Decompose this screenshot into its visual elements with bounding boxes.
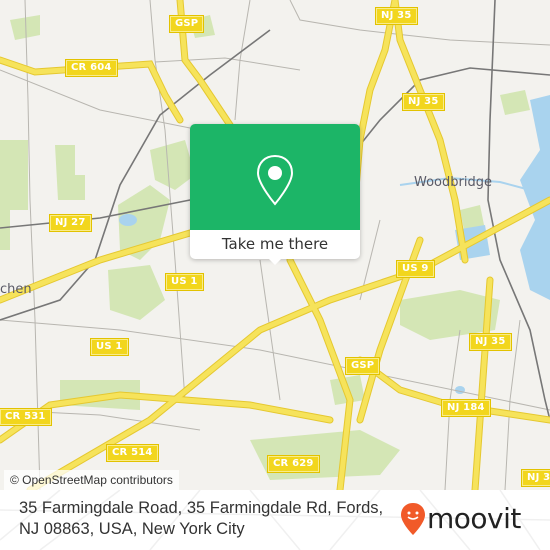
water-body — [520, 95, 550, 300]
road-shield-gsp: GSP — [346, 358, 380, 374]
moovit-logo[interactable]: moovit — [400, 502, 540, 542]
road-shield-nj35: NJ 35 — [376, 8, 417, 24]
road-shield-us9: US 9 — [397, 261, 434, 277]
road-shield-gsp: GSP — [170, 16, 204, 32]
road-shield-nj184: NJ 184 — [442, 400, 490, 416]
minor-road — [154, 57, 301, 71]
road-shield-cr514: CR 514 — [107, 445, 158, 461]
road-shield-us1: US 1 — [166, 274, 203, 290]
park-area — [108, 265, 165, 320]
water-body — [455, 386, 465, 394]
osm-attribution[interactable]: © OpenStreetMap contributors — [4, 470, 179, 490]
park-area — [10, 15, 40, 40]
location-popup: Take me there — [190, 124, 360, 265]
road-shield-nj27: NJ 27 — [50, 215, 91, 231]
park-area — [150, 140, 195, 190]
moovit-wordmark: moovit — [427, 502, 521, 535]
take-me-there-button[interactable]: Take me there — [190, 230, 360, 259]
road-shield-nj35: NJ 35 — [522, 470, 550, 486]
popup-pointer — [267, 257, 283, 265]
road-shield-cr604: CR 604 — [66, 60, 117, 76]
minor-road — [289, 0, 550, 46]
road-shield-cr629: CR 629 — [268, 456, 319, 472]
map-pin-icon — [256, 154, 294, 206]
road-shield-us1: US 1 — [91, 339, 128, 355]
road-shield-cr531: CR 531 — [0, 409, 51, 425]
park-area — [500, 90, 530, 115]
park-area — [0, 140, 28, 250]
water-body — [119, 214, 137, 226]
park-area — [55, 145, 85, 200]
place-label-woodbridge: Woodbridge — [414, 175, 492, 190]
highway-nj35-east — [392, 0, 468, 263]
road-shield-nj35: NJ 35 — [403, 94, 444, 110]
place-label-metuchen: chen — [0, 282, 32, 297]
map[interactable]: GSP CR 604 NJ 35 NJ 35 NJ 27 US 1 US 9 U… — [0, 0, 550, 490]
moovit-pin-icon — [401, 503, 425, 535]
address-text: 35 Farmingdale Road, 35 Farmingdale Rd, … — [19, 499, 384, 538]
road-shield-nj35: NJ 35 — [470, 334, 511, 350]
park-area — [250, 430, 400, 480]
footer: 35 Farmingdale Road, 35 Farmingdale Rd, … — [0, 490, 550, 550]
popup-header[interactable] — [190, 124, 360, 230]
